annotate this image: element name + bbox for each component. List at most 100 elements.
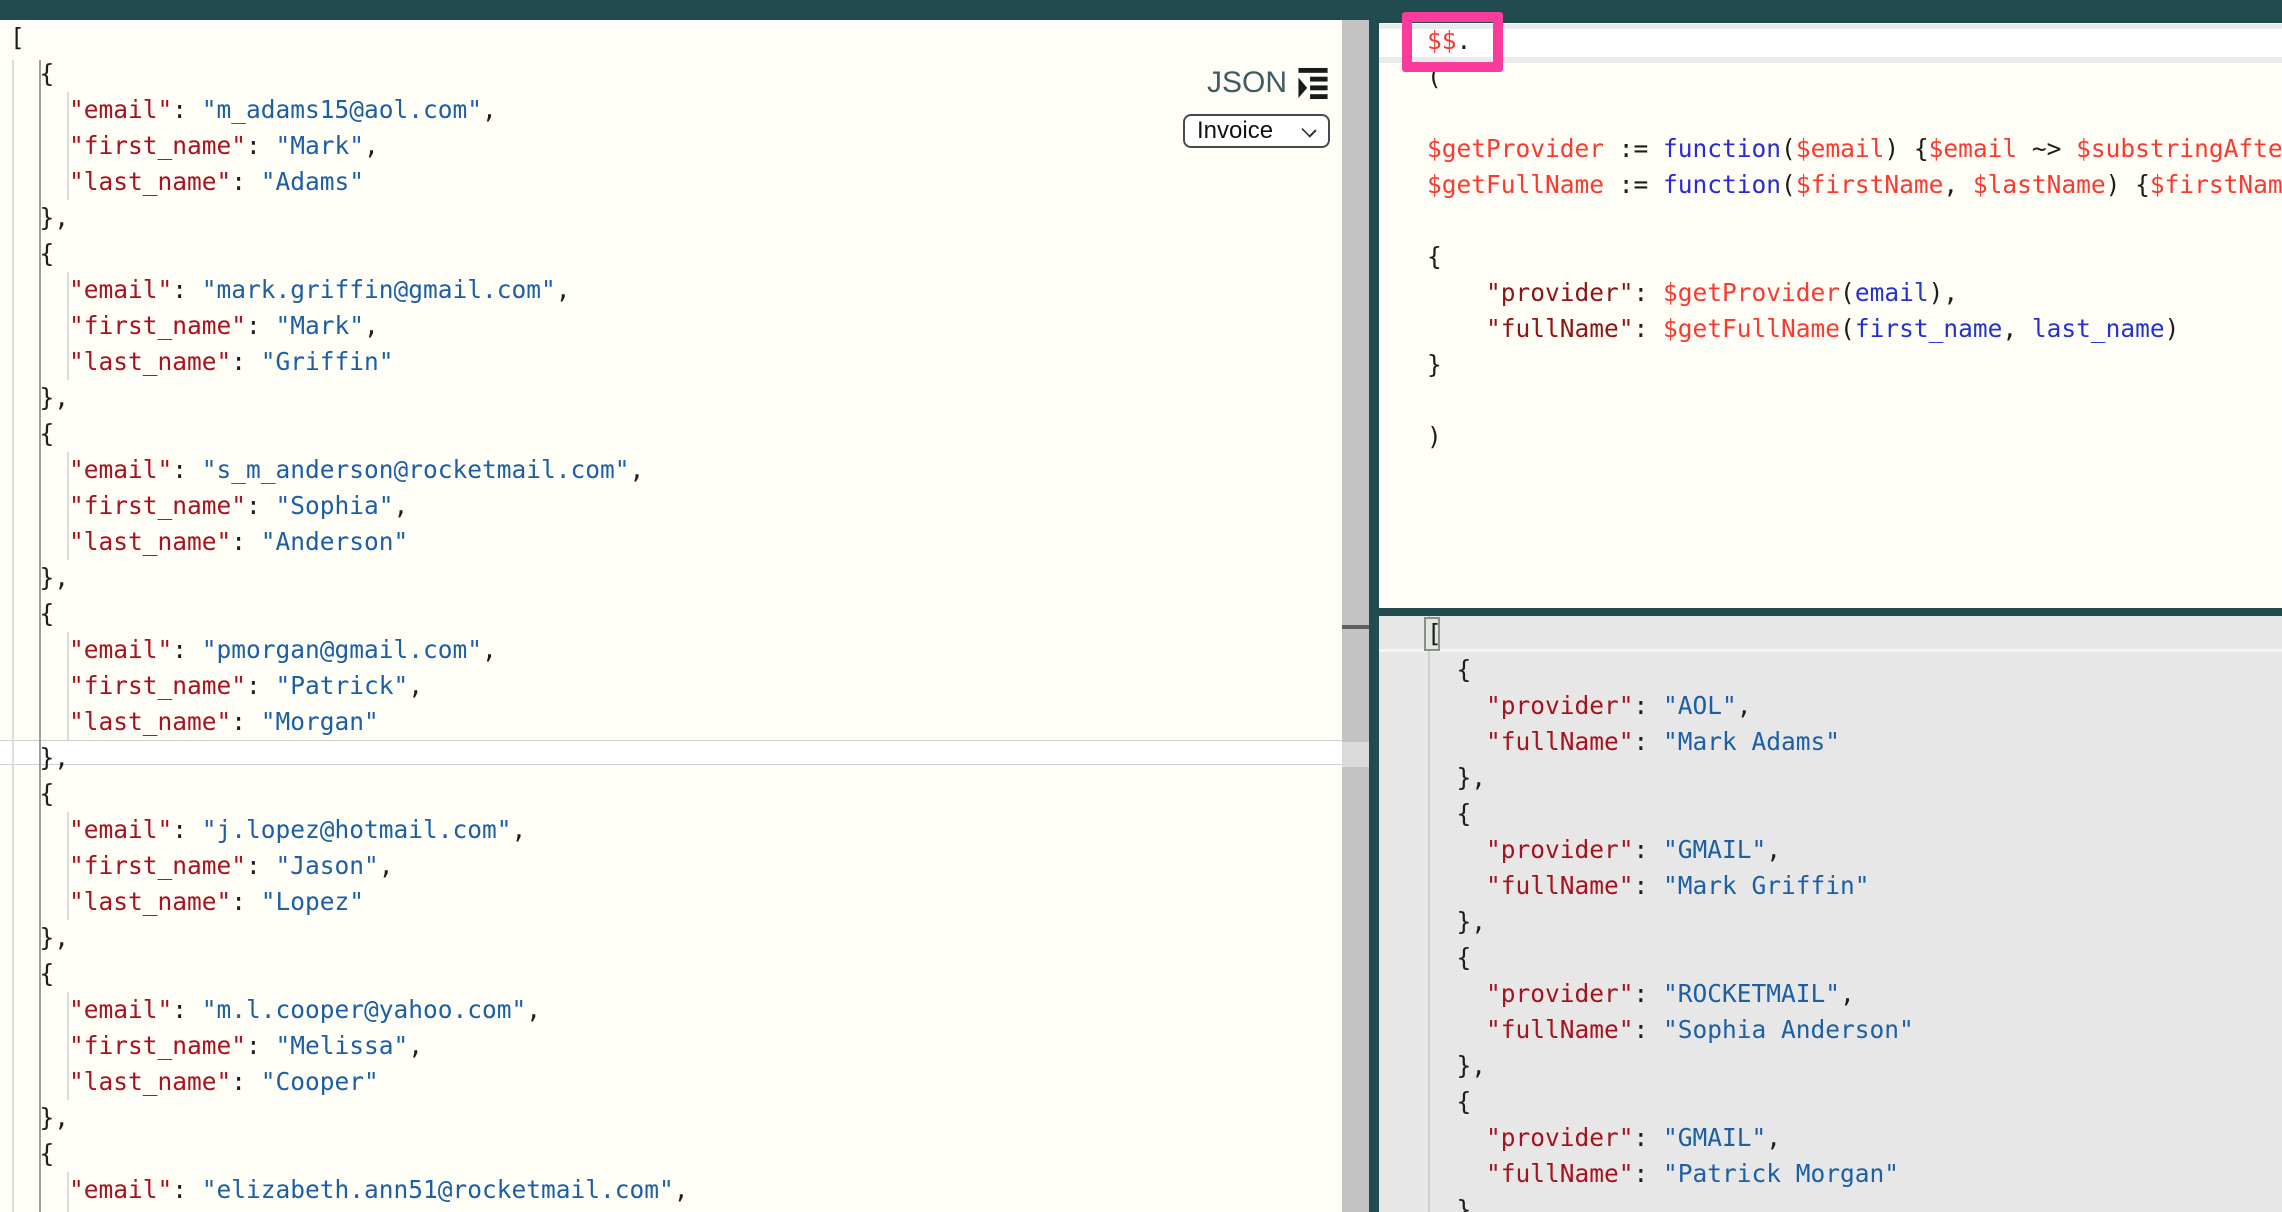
code-segment: ( bbox=[1781, 170, 1796, 199]
code-segment: "first_name" bbox=[10, 671, 246, 700]
results-panel[interactable]: [ { "provider": "AOL", "fullName": "Mark… bbox=[1379, 616, 2282, 1212]
left-editor-scrollbar[interactable] bbox=[1342, 20, 1369, 1212]
code-segment: "Mark" bbox=[276, 311, 365, 340]
code-segment: , bbox=[364, 131, 379, 160]
code-line: { bbox=[1379, 239, 2282, 275]
code-segment: : bbox=[172, 995, 202, 1024]
code-segment: { bbox=[1427, 799, 1471, 828]
code-segment: "last_name" bbox=[10, 887, 231, 916]
code-line: "last_name": "Griffin" bbox=[0, 344, 1342, 380]
code-line: "fullName": "Sophia Anderson" bbox=[1379, 1012, 2282, 1048]
code-segment: "s_m_anderson@rocketmail.com" bbox=[202, 455, 630, 484]
code-line: "email": "elizabeth.ann51@rocketmail.com… bbox=[0, 1172, 1342, 1208]
code-line: }, bbox=[0, 560, 1342, 596]
code-line: "fullName": $getFullName(first_name, las… bbox=[1379, 311, 2282, 347]
code-segment: "j.lopez@hotmail.com" bbox=[202, 815, 512, 844]
code-line: { bbox=[1379, 1084, 2282, 1120]
code-segment: : bbox=[1634, 1015, 1664, 1044]
code-line: { bbox=[0, 956, 1342, 992]
code-segment: "ROCKETMAIL" bbox=[1663, 979, 1840, 1008]
code-line: }, bbox=[0, 740, 1342, 776]
code-segment: $firstName bbox=[1796, 170, 1944, 199]
code-segment: : bbox=[231, 887, 261, 916]
code-segment: , bbox=[1840, 979, 1855, 1008]
code-line: }, bbox=[0, 1100, 1342, 1136]
code-segment: "Adams" bbox=[261, 167, 364, 196]
input-json-lines: [ { "email": "m_adams15@aol.com", "first… bbox=[0, 20, 1342, 1208]
code-segment: : bbox=[1634, 727, 1664, 756]
code-segment: "provider" bbox=[1427, 278, 1634, 307]
code-segment: "m.l.cooper@yahoo.com" bbox=[202, 995, 527, 1024]
code-segment: : bbox=[231, 347, 261, 376]
code-segment: "first_name" bbox=[10, 131, 246, 160]
code-line: ( bbox=[1379, 59, 2282, 95]
code-segment: "first_name" bbox=[10, 311, 246, 340]
code-line: $$. bbox=[1379, 23, 2282, 59]
horizontal-split-divider[interactable] bbox=[1379, 608, 2282, 616]
expression-lines: $$.($getProvider := function($email) {$e… bbox=[1379, 23, 2282, 455]
code-segment: }, bbox=[10, 203, 69, 232]
code-segment: { bbox=[1427, 1087, 1471, 1116]
code-segment: "email" bbox=[10, 995, 172, 1024]
code-segment: "m_adams15@aol.com" bbox=[202, 95, 482, 124]
dataset-select[interactable]: Invoice bbox=[1183, 114, 1330, 148]
code-line: }, bbox=[0, 380, 1342, 416]
code-segment: { bbox=[10, 959, 54, 988]
code-line: } bbox=[1379, 347, 2282, 383]
code-line: "provider": "ROCKETMAIL", bbox=[1379, 976, 2282, 1012]
vertical-split-divider[interactable] bbox=[1369, 0, 1379, 1212]
code-segment: : bbox=[246, 131, 276, 160]
code-segment: "pmorgan@gmail.com" bbox=[202, 635, 482, 664]
code-line: }, bbox=[0, 200, 1342, 236]
format-indent-icon[interactable] bbox=[1296, 67, 1330, 100]
editor-mode-label: JSON bbox=[1207, 66, 1287, 100]
code-segment: "mark.griffin@gmail.com" bbox=[202, 275, 556, 304]
code-segment: "AOL" bbox=[1663, 691, 1737, 720]
code-segment: , bbox=[674, 1175, 689, 1204]
code-line bbox=[1379, 203, 2282, 239]
annotation-highlight-box bbox=[1402, 12, 1503, 72]
code-line: "email": "mark.griffin@gmail.com", bbox=[0, 272, 1342, 308]
code-line: }, bbox=[1379, 760, 2282, 796]
code-segment: $substringAfter bbox=[2076, 134, 2282, 163]
code-segment: "email" bbox=[10, 635, 172, 664]
code-line: { bbox=[1379, 652, 2282, 688]
code-segment: "fullName" bbox=[1427, 871, 1634, 900]
code-segment: [ bbox=[10, 23, 25, 52]
code-segment: "Mark" bbox=[276, 131, 365, 160]
code-segment: "email" bbox=[10, 275, 172, 304]
dataset-select-value: Invoice bbox=[1197, 117, 1273, 144]
code-line: "first_name": "Mark", bbox=[0, 128, 1342, 164]
code-segment: ( bbox=[1840, 314, 1855, 343]
code-segment: : bbox=[246, 851, 276, 880]
code-segment: , bbox=[408, 1031, 423, 1060]
code-segment: "last_name" bbox=[10, 347, 231, 376]
code-segment: ) { bbox=[1884, 134, 1928, 163]
code-line: "last_name": "Morgan" bbox=[0, 704, 1342, 740]
input-json-editor[interactable]: [ { "email": "m_adams15@aol.com", "first… bbox=[0, 20, 1342, 1212]
code-segment: email bbox=[1855, 278, 1929, 307]
code-segment: "fullName" bbox=[1427, 727, 1634, 756]
code-segment: function bbox=[1663, 170, 1781, 199]
code-segment: "last_name" bbox=[10, 167, 231, 196]
code-segment: ( bbox=[1840, 278, 1855, 307]
code-segment: "email" bbox=[10, 1175, 172, 1204]
code-segment: "fullName" bbox=[1427, 1015, 1634, 1044]
code-line: { bbox=[1379, 940, 2282, 976]
code-segment: : bbox=[1634, 278, 1664, 307]
code-segment: "email" bbox=[10, 455, 172, 484]
code-line: "last_name": "Lopez" bbox=[0, 884, 1342, 920]
code-segment: { bbox=[10, 419, 54, 448]
code-segment: ( bbox=[1781, 134, 1796, 163]
code-line: [ bbox=[0, 20, 1342, 56]
app-root: [ { "email": "m_adams15@aol.com", "first… bbox=[0, 0, 2282, 1212]
code-segment: : bbox=[231, 527, 261, 556]
code-segment: }, bbox=[1427, 1195, 1486, 1212]
code-line: { bbox=[0, 1136, 1342, 1172]
code-line: [ bbox=[1379, 616, 2282, 652]
expression-editor[interactable]: $$.($getProvider := function($email) {$e… bbox=[1379, 23, 2282, 608]
code-segment: "GMAIL" bbox=[1663, 1123, 1766, 1152]
code-segment: : bbox=[1634, 691, 1664, 720]
code-segment: ) { bbox=[2106, 170, 2150, 199]
code-line: { bbox=[0, 776, 1342, 812]
